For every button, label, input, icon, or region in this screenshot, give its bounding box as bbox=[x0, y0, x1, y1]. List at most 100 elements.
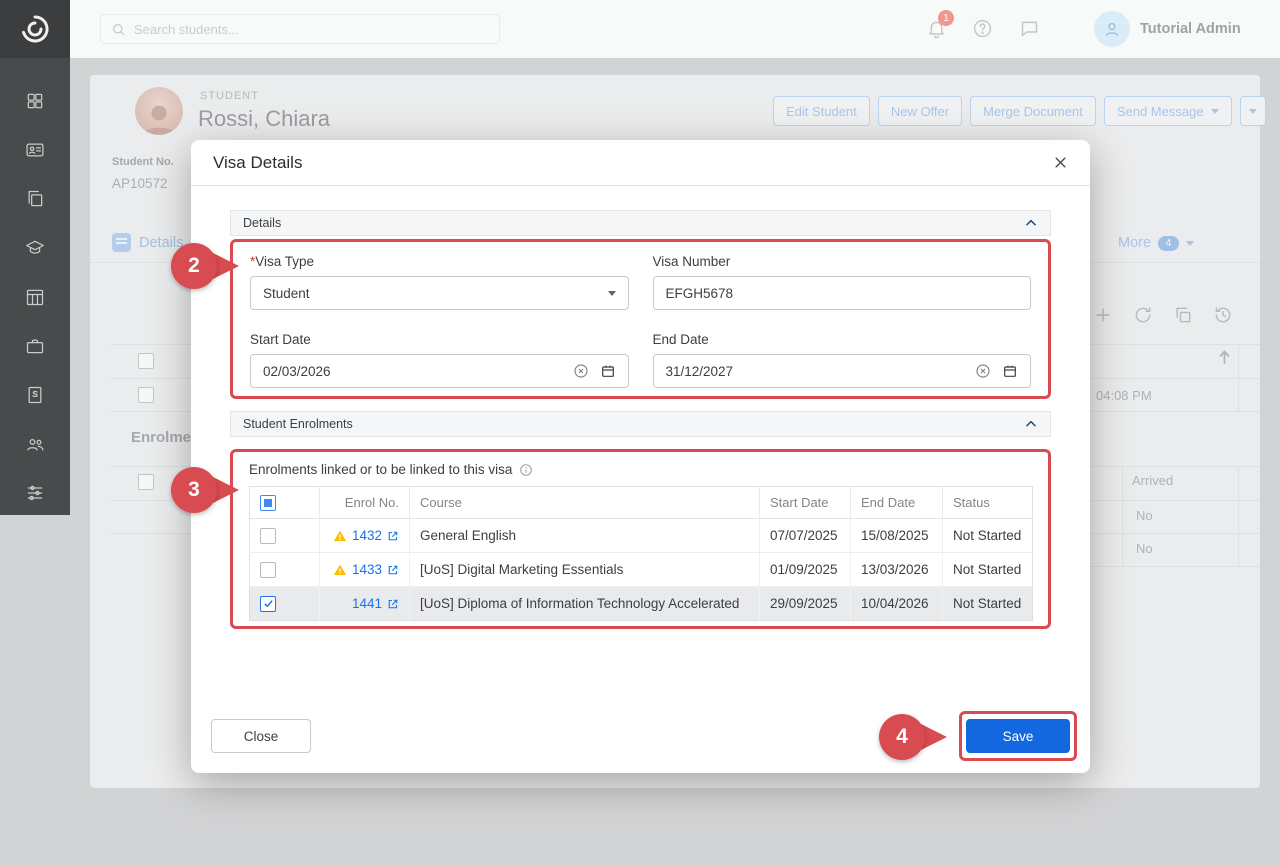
row-divider bbox=[1090, 411, 1260, 412]
select-all-checkbox[interactable] bbox=[260, 495, 276, 511]
enrol-no-link[interactable]: 1432 bbox=[352, 528, 382, 543]
info-icon[interactable] bbox=[519, 463, 533, 477]
row-divider bbox=[110, 533, 191, 534]
sidebar-item-dashboard[interactable] bbox=[0, 76, 70, 125]
course-cell: [UoS] Diploma of Information Technology … bbox=[410, 587, 760, 621]
close-button[interactable] bbox=[1053, 155, 1068, 170]
column-divider bbox=[1238, 466, 1239, 566]
visa-type-field: *Visa Type Student bbox=[250, 254, 629, 310]
calendar-icon bbox=[1002, 363, 1018, 379]
row-divider bbox=[1090, 466, 1260, 467]
status-cell: Not Started bbox=[943, 553, 1033, 587]
sidebar-item-students[interactable] bbox=[0, 125, 70, 174]
sidebar-item-documents[interactable] bbox=[0, 174, 70, 223]
annotation-highlight-form: *Visa Type Student Visa Number EFGH5678 bbox=[230, 239, 1051, 399]
app-logo[interactable] bbox=[0, 0, 70, 58]
help-icon bbox=[972, 18, 993, 39]
sidebar-item-subjects[interactable] bbox=[0, 370, 70, 419]
column-divider bbox=[1122, 466, 1123, 566]
calendar-picker-button[interactable] bbox=[1002, 363, 1018, 379]
student-no-value: AP10572 bbox=[112, 176, 168, 191]
calendar-icon bbox=[600, 363, 616, 379]
table-row-selected[interactable]: 1441 [UoS] Diploma of Information Techno… bbox=[250, 587, 1033, 621]
column-divider bbox=[1238, 344, 1239, 411]
col-end-date: End Date bbox=[851, 487, 943, 519]
sort-ascending-icon[interactable] bbox=[1218, 349, 1231, 370]
start-date-label: Start Date bbox=[250, 332, 629, 347]
visa-number-value: EFGH5678 bbox=[666, 286, 1019, 301]
sidebar-item-settings[interactable] bbox=[0, 468, 70, 517]
more-count-badge: 4 bbox=[1158, 236, 1179, 251]
visa-type-select[interactable]: Student bbox=[250, 276, 629, 310]
course-cell: General English bbox=[410, 519, 760, 553]
sidebar-item-courses[interactable] bbox=[0, 223, 70, 272]
external-link-icon[interactable] bbox=[387, 530, 399, 542]
send-message-label: Send Message bbox=[1117, 104, 1204, 119]
row-checkbox[interactable] bbox=[138, 353, 154, 369]
row-checkbox[interactable] bbox=[260, 562, 276, 578]
end-date-input[interactable]: 31/12/2027 bbox=[653, 354, 1032, 388]
tab-details[interactable]: Details bbox=[112, 233, 183, 252]
visa-number-label: Visa Number bbox=[653, 254, 1032, 269]
chevron-up-icon[interactable] bbox=[1024, 417, 1038, 431]
table-row[interactable]: 1433 [UoS] Digital Marketing Essentials … bbox=[250, 553, 1033, 587]
row-checkbox-checked[interactable] bbox=[260, 596, 276, 612]
modal-close-button[interactable]: Close bbox=[211, 719, 311, 753]
sliders-icon bbox=[25, 483, 45, 503]
end-date-value: 31/12/2027 bbox=[666, 364, 965, 379]
clear-date-button[interactable] bbox=[573, 363, 589, 379]
annotation-highlight-enrolments: Enrolments linked or to be linked to thi… bbox=[230, 449, 1051, 629]
end-date-cell: 15/08/2025 bbox=[851, 519, 943, 553]
chevron-up-icon[interactable] bbox=[1024, 216, 1038, 230]
end-date-cell: 13/03/2026 bbox=[851, 553, 943, 587]
external-link-icon[interactable] bbox=[387, 598, 399, 610]
sidebar-nav bbox=[0, 58, 70, 517]
merge-document-button[interactable]: Merge Document bbox=[970, 96, 1096, 126]
sidebar-item-employers[interactable] bbox=[0, 321, 70, 370]
student-card-icon bbox=[25, 140, 45, 160]
select-all-checkbox[interactable] bbox=[138, 474, 154, 490]
history-icon[interactable] bbox=[1213, 305, 1233, 325]
details-section-header[interactable]: Details bbox=[230, 210, 1051, 236]
student-avatar bbox=[135, 87, 183, 135]
student-action-buttons: Edit Student New Offer Merge Document Se… bbox=[773, 96, 1266, 126]
col-course: Course bbox=[410, 487, 760, 519]
external-link-icon[interactable] bbox=[387, 564, 399, 576]
row-checkbox[interactable] bbox=[138, 387, 154, 403]
edit-student-label: Edit Student bbox=[786, 104, 857, 119]
student-no-label: Student No. bbox=[112, 156, 174, 168]
add-icon[interactable] bbox=[1093, 305, 1113, 325]
edit-student-button[interactable]: Edit Student bbox=[773, 96, 870, 126]
search-icon bbox=[111, 22, 126, 37]
calendar-picker-button[interactable] bbox=[600, 363, 616, 379]
course-cell: [UoS] Digital Marketing Essentials bbox=[410, 553, 760, 587]
refresh-icon[interactable] bbox=[1133, 305, 1153, 325]
new-offer-button[interactable]: New Offer bbox=[878, 96, 962, 126]
start-date-input[interactable]: 02/03/2026 bbox=[250, 354, 629, 388]
more-tabs-dropdown[interactable]: More 4 bbox=[1118, 235, 1194, 251]
row-divider bbox=[1090, 500, 1260, 501]
enrol-no-link[interactable]: 1441 bbox=[352, 596, 382, 611]
user-avatar[interactable] bbox=[1094, 11, 1130, 47]
enrolments-section-header[interactable]: Student Enrolments bbox=[230, 411, 1051, 437]
more-actions-button[interactable] bbox=[1240, 96, 1266, 126]
sidebar-item-contacts[interactable] bbox=[0, 419, 70, 468]
clear-circle-icon bbox=[573, 363, 589, 379]
visa-type-label: *Visa Type bbox=[250, 254, 629, 269]
search-input[interactable] bbox=[134, 22, 474, 37]
table-row[interactable]: 1432 General English 07/07/2025 15/08/20… bbox=[250, 519, 1033, 553]
sidebar-item-timetable[interactable] bbox=[0, 272, 70, 321]
send-message-button[interactable]: Send Message bbox=[1104, 96, 1232, 126]
clear-date-button[interactable] bbox=[975, 363, 991, 379]
help-button[interactable] bbox=[972, 18, 993, 44]
user-name: Tutorial Admin bbox=[1140, 21, 1241, 37]
chat-button[interactable] bbox=[1019, 18, 1040, 44]
updated-time: 04:08 PM bbox=[1096, 388, 1152, 403]
copy-icon[interactable] bbox=[1173, 305, 1193, 325]
visa-type-label-text: Visa Type bbox=[255, 254, 314, 269]
row-checkbox[interactable] bbox=[260, 528, 276, 544]
save-button[interactable]: Save bbox=[966, 719, 1070, 753]
enrol-no-link[interactable]: 1433 bbox=[352, 562, 382, 577]
search-box[interactable] bbox=[100, 14, 500, 44]
visa-number-input[interactable]: EFGH5678 bbox=[653, 276, 1032, 310]
